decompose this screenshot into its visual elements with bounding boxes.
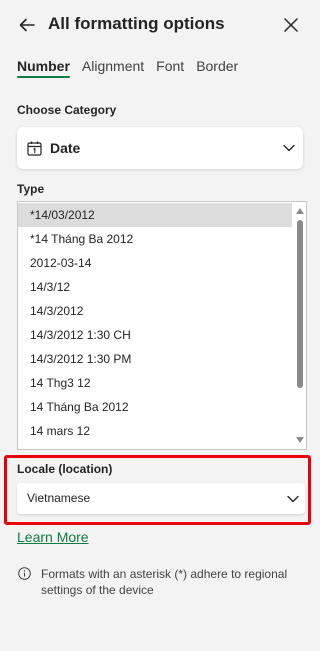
learn-more-link[interactable]: Learn More [17,529,89,545]
close-icon [284,18,298,32]
locale-label: Locale (location) [17,462,113,476]
info-icon [18,567,31,580]
type-scrollbar[interactable] [293,202,306,449]
type-option[interactable]: 14/3/2012 1:30 PM [18,347,292,371]
category-label: Choose Category [17,103,117,117]
type-option[interactable]: 14 Thg3 12 [18,371,292,395]
chevron-down-icon [287,495,299,503]
locale-value: Vietnamese [27,491,91,505]
tab-number[interactable]: Number [17,58,70,78]
chevron-down-icon [283,144,295,152]
type-listbox[interactable]: *14/03/2012 *14 Tháng Ba 2012 2012-03-14… [17,201,307,450]
type-label: Type [17,182,45,196]
type-option[interactable]: 14/3/2012 [18,299,292,323]
scroll-down-icon[interactable] [296,437,304,443]
type-option[interactable]: *14 Tháng Ba 2012 [18,227,292,251]
back-button[interactable] [14,12,40,38]
type-option[interactable]: 14/3/2012 1:30 CH [18,323,292,347]
category-dropdown[interactable]: Date [17,127,303,169]
type-option[interactable]: 14/3/12 [18,275,292,299]
panel-title: All formatting options [48,14,225,33]
type-option[interactable]: 2012-03-14 [18,251,292,275]
type-option[interactable]: *14/03/2012 [18,203,292,227]
format-tabs: Number Alignment Font Border [17,58,238,80]
back-arrow-icon [19,18,35,32]
scrollbar-thumb[interactable] [297,220,303,388]
type-option[interactable]: 14 mars 12 [18,419,292,443]
tab-border[interactable]: Border [196,58,238,78]
scroll-up-icon[interactable] [296,208,304,214]
close-button[interactable] [278,12,304,38]
calendar-icon [27,141,42,156]
category-value: Date [50,140,81,156]
locale-dropdown[interactable]: Vietnamese [17,483,305,514]
tab-font[interactable]: Font [156,58,184,78]
panel-header: All formatting options [0,0,320,50]
type-option[interactable]: 14 Tháng Ba 2012 [18,395,292,419]
tab-alignment[interactable]: Alignment [82,58,144,78]
info-text: Formats with an asterisk (*) adhere to r… [41,567,288,597]
